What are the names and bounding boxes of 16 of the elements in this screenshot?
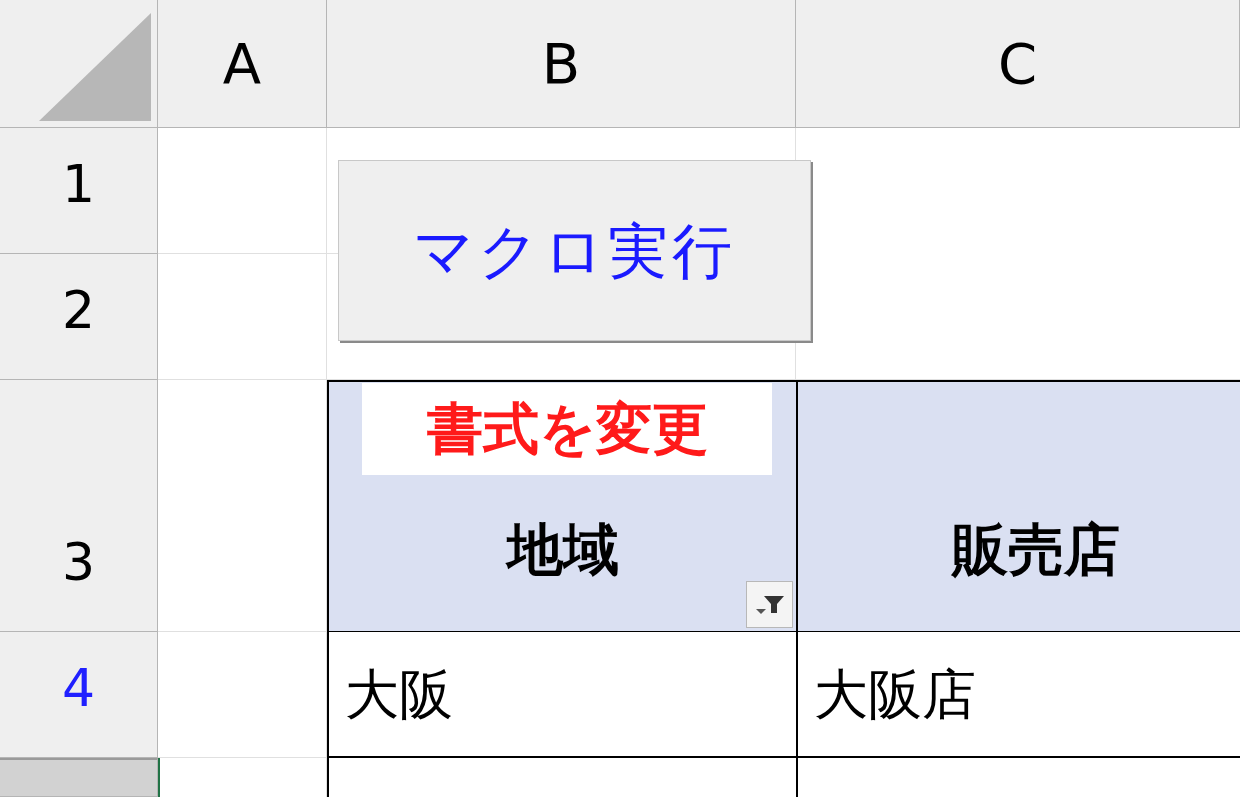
table-header-cell: 販売店 bbox=[796, 380, 1240, 632]
row-header[interactable] bbox=[0, 758, 158, 797]
column-header[interactable]: A bbox=[158, 0, 327, 128]
row-header[interactable]: 3 bbox=[0, 380, 158, 632]
column-header[interactable]: B bbox=[327, 0, 796, 128]
table-cell: 大阪 bbox=[327, 632, 796, 758]
callout-label: 書式を変更 bbox=[362, 383, 772, 475]
filter-button[interactable] bbox=[746, 581, 793, 628]
column-header[interactable]: C bbox=[796, 0, 1240, 128]
select-all-corner[interactable] bbox=[0, 0, 158, 128]
row-header[interactable]: 1 bbox=[0, 128, 158, 254]
macro-button[interactable]: マクロ実行 bbox=[338, 160, 811, 341]
row-header[interactable]: 4 bbox=[0, 632, 158, 758]
table-cell: 大阪店 bbox=[796, 632, 1240, 758]
corner-triangle-icon bbox=[39, 13, 151, 121]
row-header[interactable]: 2 bbox=[0, 254, 158, 380]
